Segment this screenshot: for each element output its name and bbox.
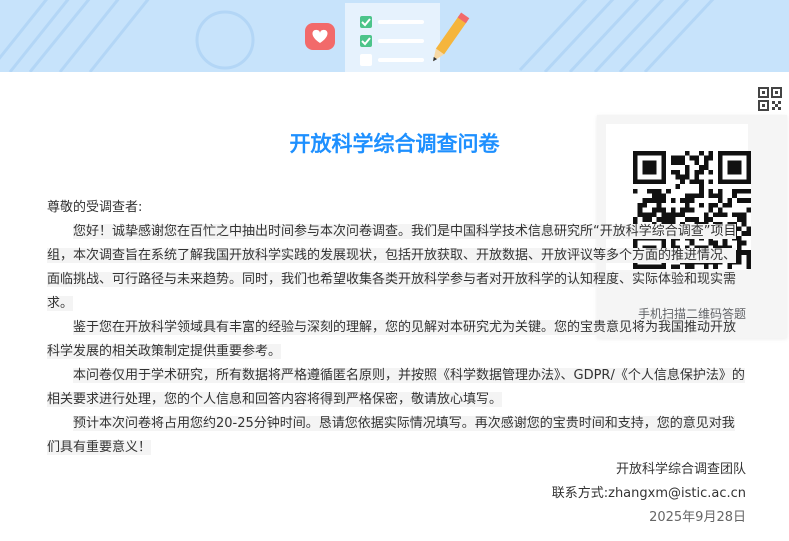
paragraph-text: 本问卷仅用于学术研究，所有数据将严格遵循匿名原则，并按照《科学数据管理办法》、G… (47, 368, 745, 407)
paragraph-text: 您好！诚挚感谢您在百忙之中抽出时间参与本次问卷调查。我们是中国科学技术信息研究所… (47, 224, 737, 311)
letter-paragraph: 本问卷仅用于学术研究，所有数据将严格遵循匿名原则，并按照《科学数据管理办法》、G… (47, 364, 747, 412)
paragraph-text: 鉴于您在开放科学领域具有丰富的经验与深刻的理解，您的见解对本研究尤为关键。您的宝… (47, 320, 737, 359)
letter-greeting: 尊敬的受调查者: (47, 200, 143, 215)
qrcode-toggle-button[interactable] (757, 86, 783, 112)
header-banner (0, 0, 789, 72)
letter-paragraph: 您好！诚挚感谢您在百忙之中抽出时间参与本次问卷调查。我们是中国科学技术信息研究所… (47, 220, 747, 316)
paragraph-text: 预计本次问卷将占用您约20-25分钟时间。恳请您依据实际情况填写。再次感谢您的宝… (47, 416, 735, 455)
letter-paragraph: 预计本次问卷将占用您约20-25分钟时间。恳请您依据实际情况填写。再次感谢您的宝… (47, 412, 747, 460)
signature-block: 开放科学综合调查团队 联系方式:zhangxm@istic.ac.cn 2025… (552, 458, 746, 530)
survey-illustration (0, 0, 715, 72)
intro-letter: 尊敬的受调查者: 您好！诚挚感谢您在百忙之中抽出时间参与本次问卷调查。我们是中国… (47, 196, 747, 460)
page-title: 开放科学综合调查问卷 (289, 132, 500, 156)
qrcode-icon (758, 87, 782, 111)
signature-date: 2025年9月28日 (649, 510, 746, 525)
signature-contact: 联系方式:zhangxm@istic.ac.cn (551, 486, 746, 501)
signature-team: 开放科学综合调查团队 (615, 462, 746, 477)
checklist-icon (345, 3, 440, 72)
letter-paragraph: 鉴于您在开放科学领域具有丰富的经验与深刻的理解，您的见解对本研究尤为关键。您的宝… (47, 316, 747, 364)
heart-icon (305, 23, 335, 50)
